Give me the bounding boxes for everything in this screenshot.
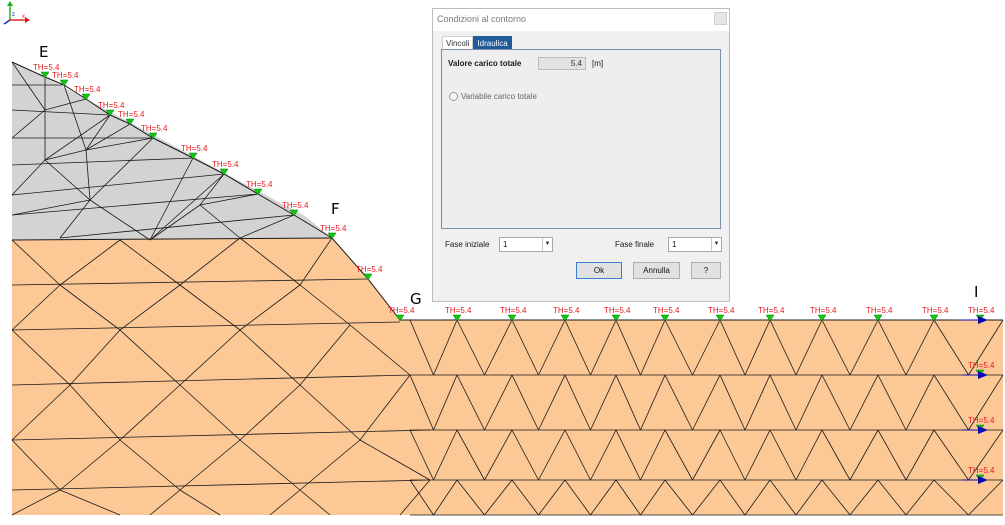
condition-label: TH=5.4 (356, 265, 383, 274)
dialog-tabs: Vincoli Idraulica (442, 36, 512, 50)
point-label-i: I (974, 283, 979, 301)
condition-label: TH=5.4 (922, 306, 949, 315)
condition-label: TH=5.4 (181, 144, 208, 153)
condition-label: TH=5.4 (553, 306, 580, 315)
total-head-unit: [m] (592, 59, 604, 68)
condition-label: TH=5.4 (282, 201, 309, 210)
condition-label: TH=5.4 (810, 306, 837, 315)
condition-label: TH=5.4 (445, 306, 472, 315)
condition-label: TH=5.4 (74, 85, 101, 94)
cancel-button[interactable]: Annulla (633, 262, 680, 279)
point-label-g: G (410, 290, 422, 308)
condition-label: TH=5.4 (866, 306, 893, 315)
condition-label: TH=5.4 (968, 306, 995, 315)
tab-vincoli[interactable]: Vincoli (442, 36, 474, 50)
help-button[interactable]: ? (691, 262, 721, 279)
initial-phase-value: 1 (503, 240, 508, 249)
point-label-e: E (39, 43, 49, 61)
upper-material-region[interactable] (12, 62, 332, 240)
variable-head-label[interactable]: Variabile carico totale (461, 92, 537, 101)
condition-label: TH=5.4 (118, 110, 145, 119)
total-head-input[interactable]: 5.4 (538, 57, 586, 70)
tab-idraulica[interactable]: Idraulica (473, 36, 512, 50)
axes-icon: z x (3, 1, 30, 25)
final-phase-select[interactable]: 1 ▼ (668, 237, 722, 252)
initial-phase-label: Fase iniziale (445, 240, 490, 249)
svg-text:x: x (22, 14, 25, 20)
dialog-title: Condizioni al contorno (437, 14, 527, 24)
condition-label: TH=5.4 (98, 101, 125, 110)
dialog-titlebar[interactable]: Condizioni al contorno (433, 9, 729, 31)
total-head-label: Valore carico totale (448, 59, 522, 68)
condition-label: TH=5.4 (52, 71, 79, 80)
boundary-conditions-dialog[interactable]: Condizioni al contorno Vincoli Idraulica… (432, 8, 730, 302)
hydraulic-panel: Valore carico totale 5.4 [m] Variabile c… (441, 49, 721, 229)
final-phase-value: 1 (672, 240, 677, 249)
condition-label: TH=5.4 (968, 466, 995, 475)
condition-label: TH=5.4 (708, 306, 735, 315)
ok-button[interactable]: Ok (576, 262, 622, 279)
condition-label: TH=5.4 (604, 306, 631, 315)
condition-label: TH=5.4 (968, 361, 995, 370)
condition-label: TH=5.4 (246, 180, 273, 189)
condition-label: TH=5.4 (500, 306, 527, 315)
point-label-f: F (331, 200, 340, 218)
condition-label: TH=5.4 (320, 224, 347, 233)
condition-label: TH=5.4 (653, 306, 680, 315)
chevron-down-icon[interactable]: ▼ (711, 238, 721, 251)
variable-head-radio[interactable] (449, 92, 458, 101)
condition-label: TH=5.4 (968, 416, 995, 425)
chevron-down-icon[interactable]: ▼ (542, 238, 552, 251)
final-phase-label: Fase finale (615, 240, 655, 249)
condition-label: TH=5.4 (758, 306, 785, 315)
svg-text:z: z (12, 12, 15, 18)
initial-phase-select[interactable]: 1 ▼ (499, 237, 553, 252)
condition-label: TH=5.4 (212, 160, 239, 169)
condition-label: TH=5.4 (141, 124, 168, 133)
close-button[interactable] (714, 12, 727, 25)
